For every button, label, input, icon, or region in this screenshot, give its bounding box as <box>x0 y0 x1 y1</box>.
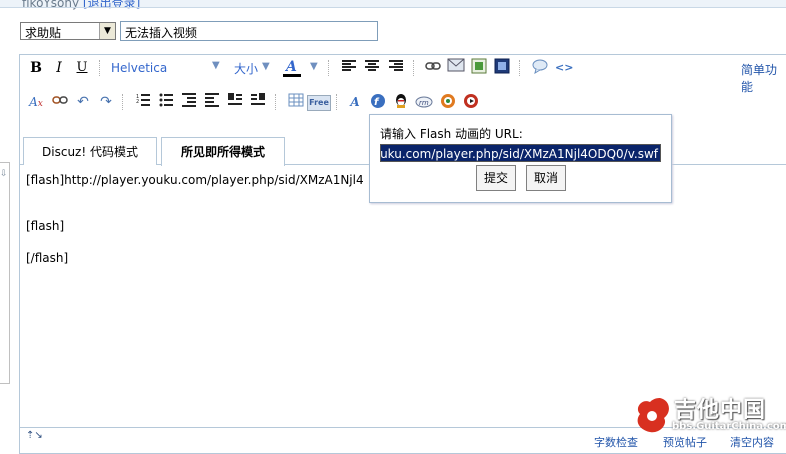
flash-icon[interactable]: f <box>369 93 387 111</box>
align-center-icon[interactable] <box>363 59 381 77</box>
title-input[interactable]: 无法插入视频 <box>120 21 378 41</box>
redo-icon[interactable]: ↷ <box>97 93 115 111</box>
content-line: [flash]http://player.youku.com/player.ph… <box>26 173 364 187</box>
undo-icon[interactable]: ↶ <box>74 93 92 111</box>
content-line: [/flash] <box>26 251 69 265</box>
dialog-label: 请输入 Flash 动画的 URL: <box>380 127 523 141</box>
font-name-chevron-icon[interactable]: ▼ <box>212 60 220 78</box>
align-right-icon[interactable] <box>387 59 405 77</box>
svg-text:rm: rm <box>419 99 429 107</box>
flash-url-input[interactable]: http://player.youku.com/player.php/sid/X… <box>380 144 661 162</box>
indent-icon[interactable] <box>203 93 221 111</box>
ordered-list-icon[interactable]: 12 <box>134 93 152 111</box>
separator <box>519 60 522 76</box>
separator <box>275 94 278 110</box>
align-left-icon[interactable] <box>340 59 358 77</box>
separator <box>336 94 339 110</box>
logout-link[interactable]: [退出登录] <box>83 0 140 10</box>
watermark-site: bbs.GuitarChina.com <box>672 421 786 432</box>
unordered-list-icon[interactable] <box>157 93 175 111</box>
divider <box>0 7 786 8</box>
collapse-arrow-icon[interactable]: ⇩ <box>0 169 8 179</box>
watermark-title: 吉他中国 <box>674 398 767 423</box>
separator <box>122 94 125 110</box>
code-icon[interactable]: <> <box>555 59 573 77</box>
email-icon[interactable] <box>447 58 465 76</box>
top-user-bar: flkoYsony [退出登录] <box>0 0 786 11</box>
tab-discuz-code[interactable]: Discuz! 代码模式 <box>23 137 157 165</box>
category-select[interactable]: 求助贴 ▼ <box>20 22 116 40</box>
user-info: flkoYsony [退出登录] <box>22 0 140 11</box>
guitar-logo-icon <box>637 398 669 433</box>
cancel-button[interactable]: 取消 <box>526 165 566 191</box>
category-value: 求助贴 <box>25 26 62 40</box>
svg-text:2: 2 <box>136 99 139 105</box>
side-panel-fragment: ⇩ <box>0 162 10 384</box>
table-icon[interactable] <box>287 93 305 111</box>
tab-wysiwyg[interactable]: 所见即所得模式 <box>161 137 285 166</box>
separator <box>413 60 416 76</box>
quote-bubble-icon[interactable] <box>531 58 549 76</box>
link-icon[interactable] <box>424 59 442 77</box>
font-size-select[interactable]: 大小 <box>234 60 258 78</box>
italic-icon[interactable]: I <box>50 59 68 77</box>
font-name-select[interactable]: Helvetica <box>111 61 167 79</box>
flash-url-dialog: 请输入 Flash 动画的 URL: http://player.youku.c… <box>369 114 672 203</box>
qq-icon[interactable] <box>392 93 410 111</box>
unlink-icon[interactable] <box>51 93 69 111</box>
content-line: [flash] <box>26 219 65 233</box>
username: flkoYsony <box>22 0 80 10</box>
float-left-icon[interactable] <box>226 93 244 111</box>
separator <box>328 60 331 76</box>
flash-url-value: http://player.youku.com/player.php/sid/X… <box>380 147 658 161</box>
font-color-icon[interactable]: A <box>281 58 303 78</box>
bold-icon[interactable]: B <box>27 59 45 77</box>
separator <box>99 60 102 76</box>
realmedia-icon[interactable]: rm <box>415 95 433 113</box>
resize-handle-icon[interactable]: ⇡↘ <box>26 430 43 441</box>
simple-mode-toggle[interactable]: 简单功能 <box>741 61 786 95</box>
float-right-icon[interactable] <box>249 93 267 111</box>
watermark: 吉他中国 bbs.GuitarChina.com <box>630 390 786 443</box>
chevron-down-icon[interactable]: ▼ <box>99 23 115 39</box>
svg-text:A: A <box>284 59 297 75</box>
audio-icon[interactable] <box>462 93 480 111</box>
windows-media-icon[interactable] <box>439 93 457 111</box>
outdent-icon[interactable] <box>180 93 198 111</box>
underline-icon[interactable]: U <box>73 59 91 77</box>
font-size-chevron-icon[interactable]: ▼ <box>262 61 270 79</box>
submit-button[interactable]: 提交 <box>476 165 516 191</box>
font-style-icon[interactable]: A <box>346 93 364 111</box>
image-icon[interactable] <box>470 58 488 76</box>
media-icon[interactable] <box>493 58 511 76</box>
remove-format-icon[interactable]: Ax <box>27 93 45 111</box>
free-icon[interactable]: Free <box>307 95 331 111</box>
font-color-chevron-icon[interactable]: ▼ <box>310 61 318 79</box>
